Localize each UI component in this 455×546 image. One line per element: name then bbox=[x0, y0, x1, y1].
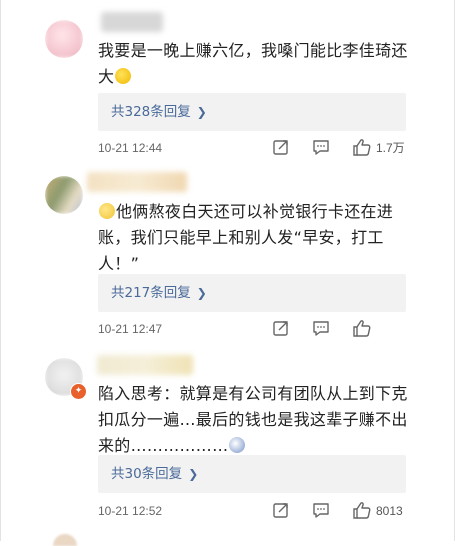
chevron-right-icon: ❯ bbox=[188, 467, 199, 481]
laugh-cry-emoji-icon bbox=[115, 68, 132, 84]
comment-meta: 10-21 12:52 8013 bbox=[98, 501, 418, 521]
view-replies-link[interactable]: 共217条回复 ❯ bbox=[111, 274, 207, 312]
chevron-right-icon: ❯ bbox=[196, 286, 207, 300]
share-edit-icon bbox=[273, 140, 288, 155]
thumbs-up-icon bbox=[353, 139, 371, 156]
comment-icon bbox=[313, 321, 329, 336]
comment-text-content: 我要是一晚上赚六亿，我嗓门能比李佳琦还大 bbox=[98, 41, 408, 86]
replies-box[interactable]: 共30条回复 ❯ bbox=[98, 455, 406, 493]
forward-button[interactable] bbox=[272, 138, 290, 158]
comment-button[interactable] bbox=[312, 319, 330, 339]
like-count: 1.7万 bbox=[376, 141, 405, 155]
replies-count-label: 共217条回复 bbox=[111, 285, 191, 301]
replies-box[interactable]: 共328条回复 ❯ bbox=[98, 93, 406, 131]
view-replies-link[interactable]: 共30条回复 ❯ bbox=[111, 455, 198, 493]
comment-button[interactable] bbox=[312, 138, 330, 158]
comment-list: 我要是一晚上赚六亿，我嗓门能比李佳琦还大 共328条回复 ❯ 10-21 12:4… bbox=[0, 0, 455, 546]
comment-text: 他俩熬夜白天还可以补觉银行卡还在进账，我们只能早上和别人发“早安，打工人！” bbox=[98, 199, 418, 277]
like-button[interactable] bbox=[352, 319, 418, 339]
comment-time: 10-21 12:44 bbox=[98, 141, 163, 155]
comment-time: 10-21 12:47 bbox=[98, 322, 163, 336]
comment-text: 陷入思考：就算是有公司有团队从上到下克扣瓜分一遍…最后的钱也是我这辈子赚不出来的… bbox=[98, 381, 418, 459]
replies-count-label: 共328条回复 bbox=[111, 104, 191, 120]
username-blurred[interactable] bbox=[87, 172, 187, 192]
chevron-right-icon: ❯ bbox=[196, 105, 207, 119]
thumbs-up-icon bbox=[353, 502, 371, 519]
replies-box[interactable]: 共217条回复 ❯ bbox=[98, 274, 406, 312]
comment-text: 我要是一晚上赚六亿，我嗓门能比李佳琦还大 bbox=[98, 38, 418, 90]
comment-icon bbox=[313, 503, 329, 518]
view-replies-link[interactable]: 共328条回复 ❯ bbox=[111, 93, 207, 131]
replies-count-label: 共30条回复 bbox=[111, 466, 183, 482]
comment-icon bbox=[313, 140, 329, 155]
face-emoji-icon bbox=[229, 437, 246, 453]
like-button[interactable]: 1.7万 bbox=[352, 138, 418, 158]
like-button[interactable]: 8013 bbox=[352, 501, 418, 521]
comment-meta: 10-21 12:44 1.7万 bbox=[98, 138, 418, 158]
avatar-partial[interactable] bbox=[53, 534, 77, 546]
username-blurred[interactable] bbox=[97, 355, 193, 375]
share-edit-icon bbox=[273, 321, 288, 336]
avatar[interactable] bbox=[45, 20, 83, 58]
verified-badge-icon: ✦ bbox=[70, 383, 87, 400]
comment-text-content: 他俩熬夜白天还可以补觉银行卡还在进账，我们只能早上和别人发“早安，打工人！” bbox=[98, 202, 394, 273]
username-blurred[interactable] bbox=[101, 12, 163, 32]
share-edit-icon bbox=[273, 503, 288, 518]
thumbs-up-icon bbox=[353, 320, 371, 337]
forward-button[interactable] bbox=[272, 319, 290, 339]
smile-emoji-icon bbox=[99, 203, 115, 219]
comment-text-content: 陷入思考：就算是有公司有团队从上到下克扣瓜分一遍…最后的钱也是我这辈子赚不出来的… bbox=[98, 384, 408, 455]
forward-button[interactable] bbox=[272, 501, 290, 521]
like-count: 8013 bbox=[376, 504, 403, 518]
avatar[interactable] bbox=[45, 176, 83, 214]
comment-meta: 10-21 12:47 bbox=[98, 319, 418, 339]
comment-time: 10-21 12:52 bbox=[98, 504, 163, 518]
comment-button[interactable] bbox=[312, 501, 330, 521]
